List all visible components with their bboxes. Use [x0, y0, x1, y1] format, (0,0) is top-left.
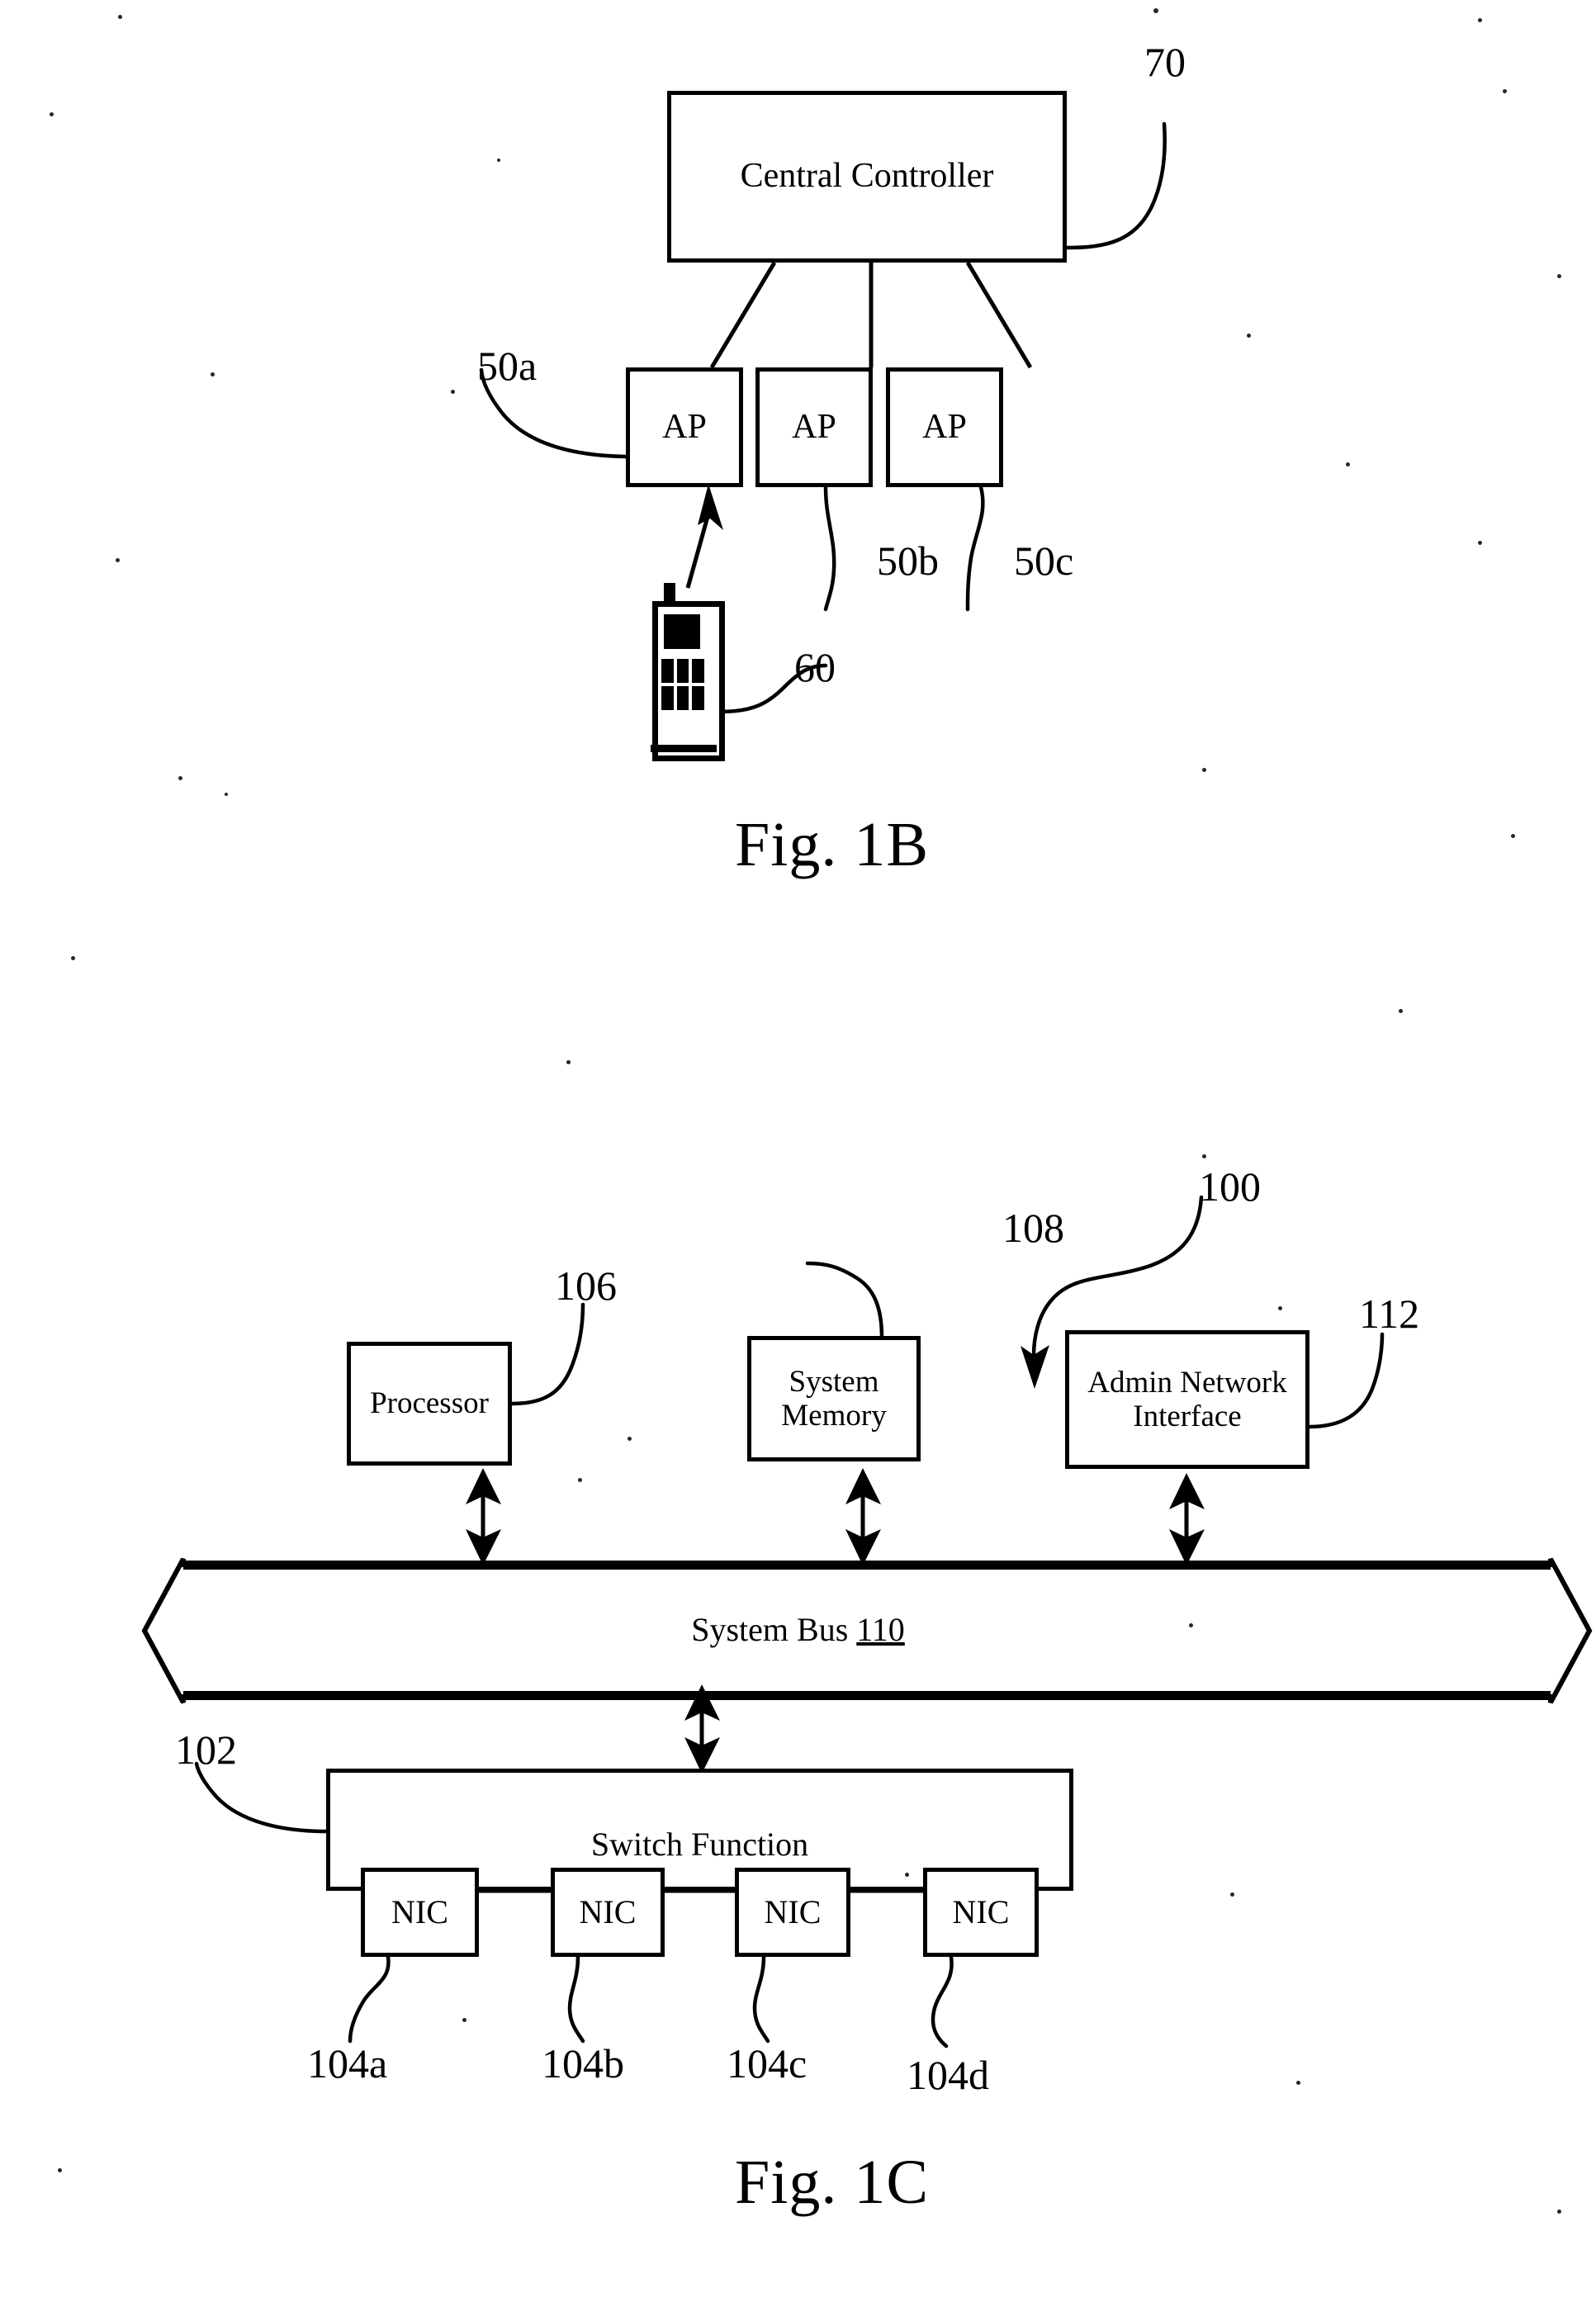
ref-label-110: 110 [856, 1611, 905, 1648]
access-point-box-50a[interactable]: AP [626, 367, 743, 487]
scan-speck [1153, 8, 1158, 13]
ref-label-104a: 104a [307, 2040, 388, 2086]
admin-network-interface-label-line2: Interface [1133, 1400, 1242, 1433]
ref-label-60: 60 [794, 644, 836, 690]
scan-speck [211, 372, 215, 377]
scan-speck [1202, 1154, 1206, 1158]
scan-speck [1346, 462, 1350, 467]
scan-speck [1247, 334, 1251, 338]
scan-speck [497, 159, 500, 162]
scan-speck [58, 2168, 62, 2172]
mobile-phone-keypad [661, 659, 704, 710]
scan-speck [1189, 1623, 1193, 1627]
scan-speck [1511, 834, 1515, 838]
scan-speck [116, 558, 120, 562]
central-controller-box[interactable]: Central Controller [667, 91, 1067, 263]
scan-speck [578, 1478, 582, 1482]
nic-label: NIC [764, 1892, 822, 1930]
nic-box-104d[interactable]: NIC [923, 1868, 1039, 1957]
scan-speck [451, 390, 455, 394]
scan-speck [1399, 1009, 1403, 1013]
scan-speck [1557, 2210, 1561, 2214]
access-point-box-50b[interactable]: AP [755, 367, 873, 487]
scan-speck [1202, 768, 1206, 772]
scan-speck [1503, 89, 1507, 93]
scan-speck [1278, 1306, 1282, 1310]
mobile-phone-base [651, 745, 717, 752]
scan-speck [462, 2018, 466, 2022]
scan-speck [178, 776, 182, 780]
figure-caption-1b: Fig. 1B [735, 810, 930, 879]
ref-label-104d: 104d [907, 2052, 989, 2098]
ref-label-106: 106 [555, 1262, 617, 1309]
mobile-phone-screen [664, 614, 700, 649]
ref-label-50b: 50b [877, 538, 939, 584]
nic-box-104c[interactable]: NIC [735, 1868, 850, 1957]
processor-label: Processor [370, 1386, 489, 1421]
scan-speck [905, 1873, 909, 1877]
scan-speck [1478, 18, 1482, 22]
nic-label: NIC [952, 1892, 1010, 1930]
ref-label-108: 108 [1002, 1205, 1064, 1251]
switch-function-label: Switch Function [590, 1826, 809, 1864]
scan-speck [50, 112, 54, 116]
central-controller-label: Central Controller [740, 157, 994, 196]
system-memory-label-line1: System [789, 1364, 879, 1399]
scan-speck [566, 1060, 571, 1064]
scan-speck [71, 956, 75, 960]
access-point-box-50c[interactable]: AP [886, 367, 1003, 487]
figure-caption-1c: Fig. 1C [735, 2148, 930, 2217]
admin-network-interface-box[interactable]: Admin Network Interface [1065, 1330, 1309, 1469]
access-point-label: AP [922, 407, 967, 446]
patent-drawing-sheet: Central Controller AP AP AP 70 50a 50b 5… [0, 0, 1596, 2302]
mobile-phone-icon [646, 583, 725, 761]
ref-label-104c: 104c [727, 2040, 807, 2086]
ref-label-104b: 104b [542, 2040, 624, 2086]
nic-box-104b[interactable]: NIC [551, 1868, 665, 1957]
ref-label-100: 100 [1199, 1163, 1261, 1210]
ref-label-50c: 50c [1014, 538, 1074, 584]
scan-speck [1230, 1892, 1234, 1897]
ref-label-70: 70 [1144, 39, 1186, 85]
system-memory-box[interactable]: System Memory [747, 1336, 921, 1461]
scan-speck [1478, 541, 1482, 545]
scan-speck [118, 15, 122, 19]
ref-label-102: 102 [175, 1726, 237, 1773]
nic-label: NIC [391, 1892, 448, 1930]
ref-label-112: 112 [1359, 1291, 1420, 1337]
system-bus-label-text: System Bus [691, 1611, 857, 1648]
processor-box[interactable]: Processor [347, 1342, 512, 1466]
scan-speck [225, 793, 228, 796]
nic-box-104a[interactable]: NIC [361, 1868, 479, 1957]
nic-label: NIC [579, 1892, 637, 1930]
scan-speck [1557, 274, 1561, 278]
scan-speck [628, 1437, 632, 1441]
access-point-label: AP [662, 407, 707, 446]
system-memory-label-line2: Memory [781, 1399, 887, 1433]
access-point-label: AP [792, 407, 836, 446]
ref-label-50a: 50a [477, 343, 538, 389]
system-bus-label: System Bus 110 [0, 1610, 1596, 1649]
admin-network-interface-label-line1: Admin Network [1087, 1365, 1287, 1400]
scan-speck [1296, 2081, 1300, 2085]
